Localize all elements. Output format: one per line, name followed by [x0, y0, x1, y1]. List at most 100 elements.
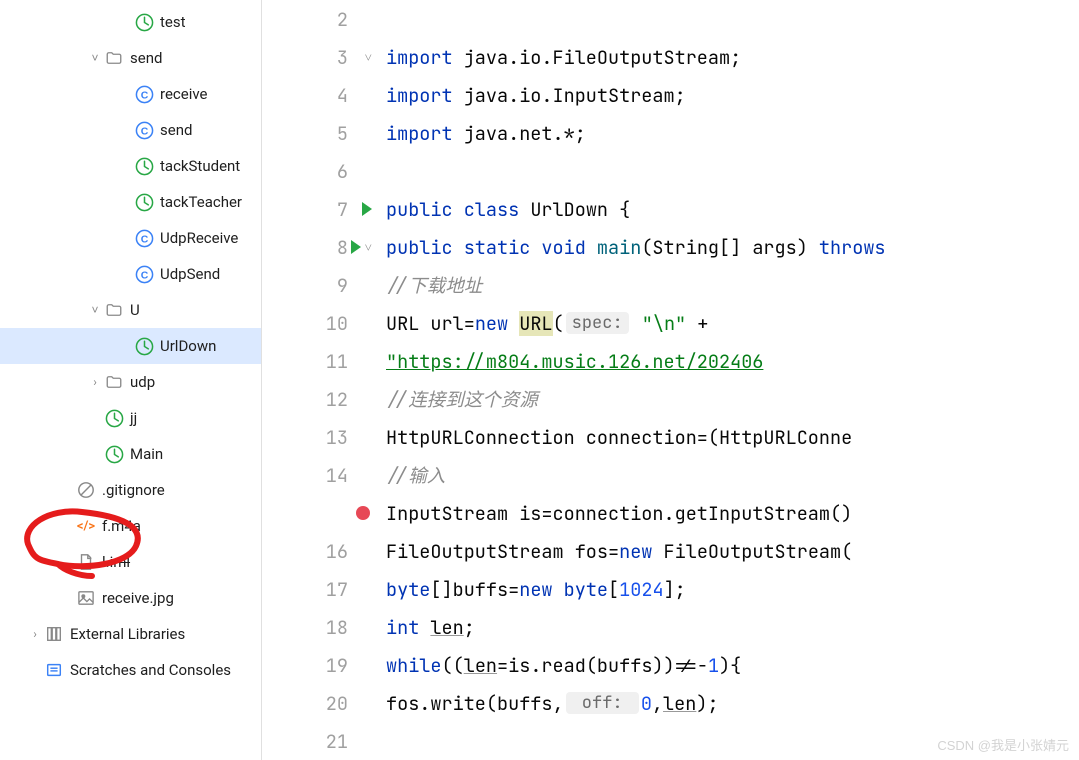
gutter-line-10[interactable]: 10 — [262, 304, 374, 342]
chevron-icon[interactable] — [60, 483, 74, 497]
chevron-icon[interactable] — [88, 411, 102, 425]
gutter-line-13[interactable]: 13 — [262, 418, 374, 456]
folder-icon — [104, 48, 124, 68]
code-line-17[interactable]: byte[]buffs=new byte[1024]; — [382, 570, 1079, 608]
tree-item-label: Scratches and Consoles — [70, 661, 231, 679]
chevron-icon[interactable] — [118, 231, 132, 245]
gutter-line-15[interactable] — [262, 494, 374, 532]
code-line-18[interactable]: int len; — [382, 608, 1079, 646]
gutter-line-18[interactable]: 18 — [262, 608, 374, 646]
fold-icon[interactable]: ˅ — [365, 239, 372, 256]
tree-item-f-m4a[interactable]: </>f.m4a — [0, 508, 261, 544]
tree-item-receive[interactable]: Creceive — [0, 76, 261, 112]
chevron-icon[interactable] — [60, 591, 74, 605]
gutter-line-20[interactable]: 20 — [262, 684, 374, 722]
gutter-line-12[interactable]: 12 — [262, 380, 374, 418]
gutter-icons[interactable] — [358, 202, 372, 216]
gutter-line-21[interactable]: 21 — [262, 722, 374, 760]
code-line-3[interactable]: import java.io.FileOutputStream; — [382, 38, 1079, 76]
tree-item-udpreceive[interactable]: CUdpReceive — [0, 220, 261, 256]
code-line-13[interactable]: HttpURLConnection connection=(HttpURLCon… — [382, 418, 1079, 456]
chevron-icon[interactable] — [118, 339, 132, 353]
gutter-line-2[interactable]: 2 — [262, 0, 374, 38]
chevron-icon[interactable] — [118, 123, 132, 137]
tree-item-external-libraries[interactable]: ›External Libraries — [0, 616, 261, 652]
run-icon[interactable] — [351, 240, 361, 254]
line-number: 13 — [326, 425, 348, 450]
tree-item-l-iml[interactable]: l.iml — [0, 544, 261, 580]
svg-text:C: C — [140, 270, 148, 281]
chevron-icon[interactable] — [118, 87, 132, 101]
gutter-line-7[interactable]: 7 — [262, 190, 374, 228]
tree-item-scratches-and-consoles[interactable]: Scratches and Consoles — [0, 652, 261, 688]
chevron-icon[interactable] — [88, 447, 102, 461]
tree-item-jj[interactable]: jj — [0, 400, 261, 436]
gutter-line-5[interactable]: 5 — [262, 114, 374, 152]
code-editor[interactable]: 23˅ 4 5678˅9 10 1112 13 14 1617181920 21 import … — [262, 0, 1079, 760]
chevron-icon[interactable]: › — [28, 627, 42, 641]
tree-item-udp[interactable]: ›udp — [0, 364, 261, 400]
chevron-icon[interactable] — [28, 663, 42, 677]
gutter-line-16[interactable]: 16 — [262, 532, 374, 570]
tree-item-u[interactable]: ˅U — [0, 292, 261, 328]
fold-icon[interactable]: ˅ — [365, 49, 372, 66]
tree-item-tackteacher[interactable]: tackTeacher — [0, 184, 261, 220]
gutter-line-19[interactable]: 19 — [262, 646, 374, 684]
chevron-icon[interactable] — [118, 159, 132, 173]
code-line-11[interactable]: "https://m804.music.126.net/202406 — [382, 342, 1079, 380]
chevron-icon[interactable] — [118, 15, 132, 29]
tree-item-urldown[interactable]: UrlDown — [0, 328, 261, 364]
gutter-icons[interactable]: ˅ — [361, 49, 372, 66]
gutter-line-6[interactable]: 6 — [262, 152, 374, 190]
code-line-8[interactable]: public static void main(String[] args) t… — [382, 228, 1079, 266]
code-line-6[interactable] — [382, 152, 1079, 190]
chevron-icon[interactable] — [118, 195, 132, 209]
line-number: 21 — [326, 729, 348, 754]
gutter-line-11[interactable]: 11 — [262, 342, 374, 380]
code-area[interactable]: import java.io.FileOutputStream;import j… — [382, 0, 1079, 760]
chevron-icon[interactable]: ˅ — [88, 51, 102, 65]
chevron-icon[interactable] — [60, 519, 74, 533]
tree-item-test[interactable]: test — [0, 4, 261, 40]
tree-item-tackstudent[interactable]: tackStudent — [0, 148, 261, 184]
tree-item-label: send — [130, 49, 162, 67]
chevron-icon[interactable] — [60, 555, 74, 569]
code-line-20[interactable]: fos.write(buffs, off: 0,len); — [382, 684, 1079, 722]
line-number: 10 — [326, 311, 348, 336]
tree-item-main[interactable]: Main — [0, 436, 261, 472]
tree-item-label: UdpReceive — [160, 229, 238, 247]
folder-icon — [104, 372, 124, 392]
gutter[interactable]: 23˅ 4 5678˅9 10 1112 13 14 1617181920 21 — [262, 0, 382, 760]
project-tree[interactable]: test ˅ send Creceive Csend tackStudent tac… — [0, 0, 262, 760]
code-line-16[interactable]: FileOutputStream fos=new FileOutputStrea… — [382, 532, 1079, 570]
tree-item-send[interactable]: Csend — [0, 112, 261, 148]
gutter-line-4[interactable]: 4 — [262, 76, 374, 114]
code-line-5[interactable]: import java.net.*; — [382, 114, 1079, 152]
tree-item-send[interactable]: ˅ send — [0, 40, 261, 76]
gutter-line-8[interactable]: 8˅ — [262, 228, 374, 266]
tree-item--gitignore[interactable]: .gitignore — [0, 472, 261, 508]
code-line-2[interactable] — [382, 0, 1079, 38]
tree-item-label: UrlDown — [160, 337, 216, 355]
chevron-icon[interactable] — [118, 267, 132, 281]
breakpoint-icon[interactable] — [356, 506, 370, 520]
code-line-4[interactable]: import java.io.InputStream; — [382, 76, 1079, 114]
chevron-icon[interactable]: ˅ — [88, 303, 102, 317]
line-number: 4 — [337, 83, 348, 108]
tree-item-udpsend[interactable]: CUdpSend — [0, 256, 261, 292]
code-line-9[interactable]: //下载地址 — [382, 266, 1079, 304]
code-line-7[interactable]: public class UrlDown { — [382, 190, 1079, 228]
code-line-12[interactable]: //连接到这个资源 — [382, 380, 1079, 418]
gutter-line-9[interactable]: 9 — [262, 266, 374, 304]
gutter-line-3[interactable]: 3˅ — [262, 38, 374, 76]
gutter-icons[interactable]: ˅ — [347, 239, 372, 256]
code-line-10[interactable]: URL url=new URL(spec: "\n" + — [382, 304, 1079, 342]
gutter-line-17[interactable]: 17 — [262, 570, 374, 608]
gutter-line-14[interactable]: 14 — [262, 456, 374, 494]
code-line-15[interactable]: InputStream is=connection.getInputStream… — [382, 494, 1079, 532]
code-line-19[interactable]: while((len=is.read(buffs))!=-1){ — [382, 646, 1079, 684]
tree-item-receive-jpg[interactable]: receive.jpg — [0, 580, 261, 616]
run-icon[interactable] — [362, 202, 372, 216]
code-line-14[interactable]: //输入 — [382, 456, 1079, 494]
chevron-icon[interactable]: › — [88, 375, 102, 389]
